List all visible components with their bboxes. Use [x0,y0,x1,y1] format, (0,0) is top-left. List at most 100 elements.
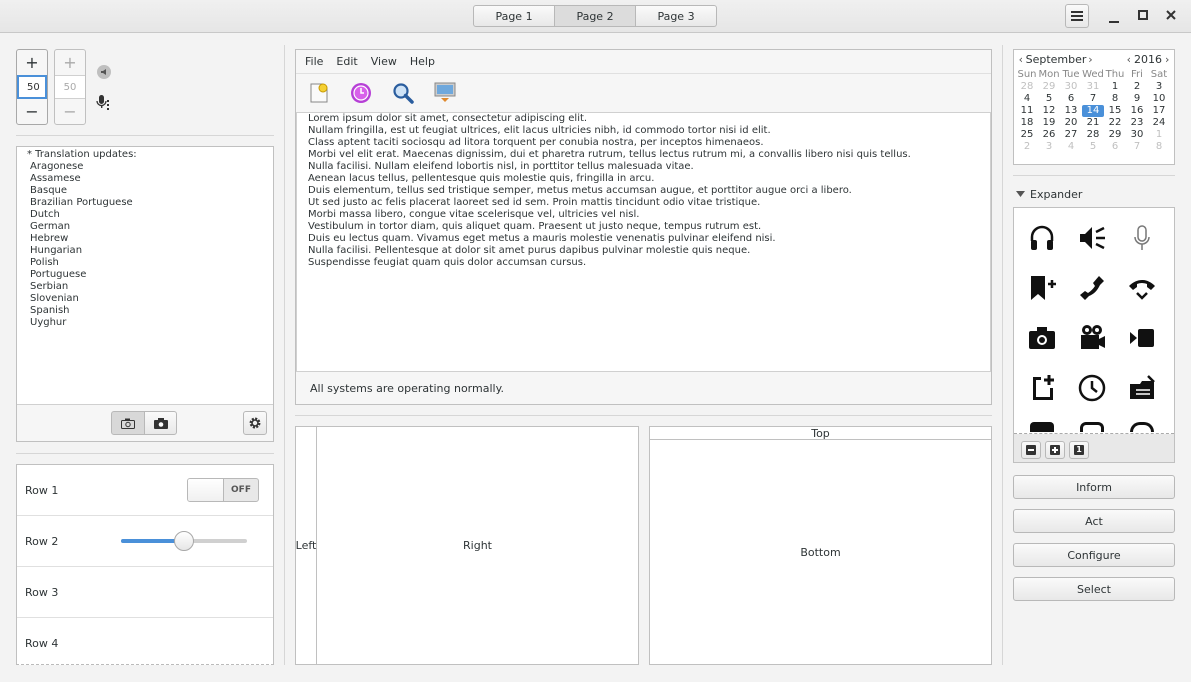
settings-button[interactable] [243,411,267,435]
calendar-day[interactable]: 12 [1038,105,1060,117]
list-row-4[interactable]: Row 4 [17,618,273,664]
icon-cell[interactable] [1067,413,1117,433]
calendar-day[interactable]: 18 [1016,117,1038,129]
list-row-3[interactable]: Row 3 [17,567,273,618]
calendar-day[interactable]: 1 [1104,81,1126,93]
camera-toggle[interactable] [144,411,177,435]
icon-cell[interactable] [1117,213,1167,263]
act-button[interactable]: Act [1013,509,1175,533]
calendar-day[interactable]: 4 [1060,141,1082,153]
calendar-day[interactable]: 5 [1038,93,1060,105]
tab-page-1[interactable]: Page 1 [473,5,555,27]
calendar-day[interactable]: 6 [1104,141,1126,153]
icon-cell[interactable] [1017,363,1067,413]
close-button[interactable] [1166,10,1178,22]
configure-button[interactable]: Configure [1013,543,1175,567]
calendar-day[interactable]: 6 [1060,93,1082,105]
calendar-day[interactable]: 29 [1038,81,1060,93]
add-item-button[interactable] [1045,441,1065,459]
calendar-day[interactable]: 20 [1060,117,1082,129]
icon-view[interactable] [1014,208,1174,434]
slider-handle[interactable] [174,531,194,551]
icon-cell[interactable] [1117,313,1167,363]
new-document-button[interactable] [308,82,330,104]
calendar-day[interactable]: 31 [1082,81,1104,93]
calendar-day[interactable]: 9 [1126,93,1148,105]
calendar-day[interactable]: 25 [1016,129,1038,141]
search-button[interactable] [392,82,414,104]
maximize-button[interactable] [1138,10,1150,22]
calendar-day[interactable]: 26 [1038,129,1060,141]
row-1-switch[interactable]: OFF [187,478,259,502]
editor-textview[interactable]: Lorem ipsum dolor sit amet, consectetur … [296,112,991,372]
calendar-day[interactable]: 14 [1082,105,1104,117]
volume-button[interactable] [97,65,111,79]
list-row-1[interactable]: Row 1 OFF [17,465,273,516]
inform-button[interactable]: Inform [1013,475,1175,499]
calendar-day[interactable]: 11 [1016,105,1038,117]
presentation-button[interactable] [434,82,456,104]
spinner-plus-button[interactable]: + [17,50,47,75]
calendar-day[interactable]: 16 [1126,105,1148,117]
icon-cell[interactable] [1067,213,1117,263]
calendar-day[interactable]: 3 [1148,81,1170,93]
icon-cell[interactable] [1017,413,1067,433]
translation-textview[interactable]: * Translation updates: Aragonese Assamese… [17,147,273,405]
icon-cell[interactable] [1117,363,1167,413]
tab-page-2[interactable]: Page 2 [554,5,636,27]
calendar-day[interactable]: 27 [1060,129,1082,141]
expander-header[interactable]: Expander [1016,188,1082,201]
icon-cell[interactable] [1067,363,1117,413]
calendar-day[interactable]: 1 [1148,129,1170,141]
calendar-day[interactable]: 15 [1104,105,1126,117]
icon-cell[interactable] [1017,213,1067,263]
menu-help[interactable]: Help [410,55,435,68]
minimize-button[interactable] [1108,9,1120,23]
timer-button[interactable] [350,82,372,104]
next-year-icon[interactable]: › [1162,53,1172,66]
prev-month-icon[interactable]: ‹ [1016,53,1026,66]
icon-cell[interactable] [1067,313,1117,363]
calendar-day[interactable]: 17 [1148,105,1170,117]
calendar-day[interactable]: 22 [1104,117,1126,129]
calendar-day[interactable]: 29 [1104,129,1126,141]
prev-year-icon[interactable]: ‹ [1124,53,1134,66]
hamburger-menu-button[interactable] [1065,4,1089,28]
calendar-day[interactable]: 2 [1016,141,1038,153]
icon-cell[interactable] [1017,263,1067,313]
calendar-day[interactable]: 2 [1126,81,1148,93]
calendar-day[interactable]: 30 [1126,129,1148,141]
calendar-day[interactable]: 7 [1126,141,1148,153]
spinner-value-field[interactable]: 50 [17,75,47,99]
list-row-2[interactable]: Row 2 [17,516,273,567]
calendar-day[interactable]: 19 [1038,117,1060,129]
calendar-day[interactable]: 10 [1148,93,1170,105]
icon-cell[interactable] [1017,313,1067,363]
calendar-day[interactable]: 30 [1060,81,1082,93]
menu-file[interactable]: File [305,55,323,68]
calendar-day[interactable]: 28 [1016,81,1038,93]
microphone-sensitivity-button[interactable] [96,94,112,110]
next-month-icon[interactable]: › [1086,53,1096,66]
spinner-minus-button[interactable]: − [17,99,47,124]
calendar-day[interactable]: 5 [1082,141,1104,153]
row-2-slider[interactable] [121,531,247,551]
calendar-day[interactable]: 23 [1126,117,1148,129]
calendar-day[interactable]: 3 [1038,141,1060,153]
menu-edit[interactable]: Edit [336,55,357,68]
calendar-day[interactable]: 8 [1148,141,1170,153]
remove-item-button[interactable] [1021,441,1041,459]
calendar-day[interactable]: 4 [1016,93,1038,105]
calendar-day[interactable]: 7 [1082,93,1104,105]
calendar-day[interactable]: 8 [1104,93,1126,105]
camera-photo-toggle[interactable] [111,411,145,435]
icon-cell[interactable] [1117,413,1167,433]
calendar-day[interactable]: 21 [1082,117,1104,129]
calendar-day[interactable]: 28 [1082,129,1104,141]
tab-page-3[interactable]: Page 3 [635,5,717,27]
calendar-day[interactable]: 24 [1148,117,1170,129]
icon-cell[interactable] [1067,263,1117,313]
select-button[interactable]: Select [1013,577,1175,601]
menu-view[interactable]: View [371,55,397,68]
numbered-item-button[interactable]: 1 [1069,441,1089,459]
